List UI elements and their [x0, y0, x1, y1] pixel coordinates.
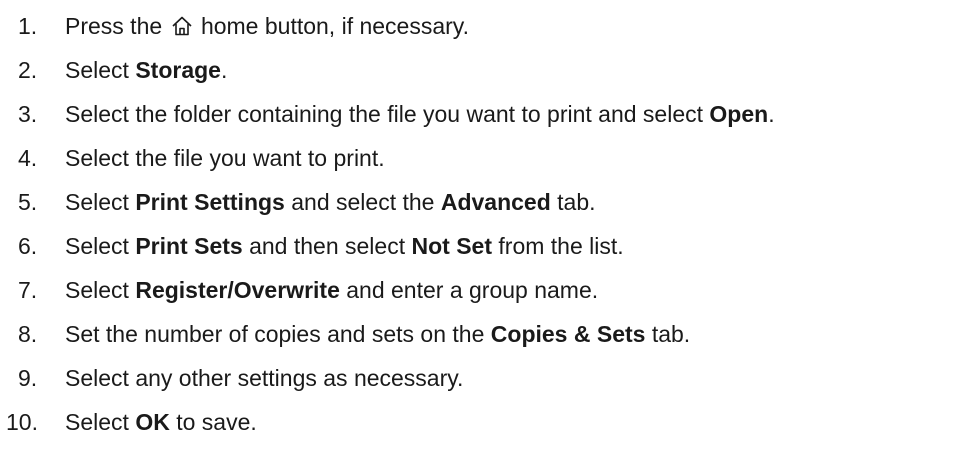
list-item: 7. Select Register/Overwrite and enter a… — [0, 270, 962, 310]
list-item: 1. Press the home button, if necessary. — [0, 6, 962, 46]
step-number: 9. — [18, 365, 38, 391]
list-item: 3. Select the folder containing the file… — [0, 94, 962, 134]
list-item: 6. Select Print Sets and then select Not… — [0, 226, 962, 266]
ui-term: Print Sets — [135, 233, 243, 259]
step-number: 5. — [18, 189, 38, 215]
step-text: Select OK to save. — [65, 409, 257, 435]
list-item: 10. Select OK to save. — [0, 402, 962, 442]
step-text: Select any other settings as necessary. — [65, 365, 464, 391]
list-item: 2. Select Storage. — [0, 50, 962, 90]
step-number: 10. — [6, 409, 38, 435]
step-number: 8. — [18, 321, 38, 347]
ui-term: Open — [709, 101, 769, 127]
step-number: 6. — [18, 233, 38, 259]
step-number: 3. — [18, 101, 38, 127]
step-number: 4. — [18, 145, 38, 171]
ui-term: Not Set — [411, 233, 493, 259]
step-text: Select Register/Overwrite and enter a gr… — [65, 277, 599, 303]
step-text: Select Print Settings and select the Adv… — [65, 189, 596, 215]
step-text: Set the number of copies and sets on the… — [65, 321, 691, 347]
step-text: Press the home button, if necessary. — [65, 13, 469, 39]
ui-term: Advanced — [440, 189, 551, 215]
step-text: Select the folder containing the file yo… — [65, 101, 775, 127]
step-number: 1. — [18, 13, 38, 39]
list-item: 4. Select the file you want to print. — [0, 138, 962, 178]
list-item: 9. Select any other settings as necessar… — [0, 358, 962, 398]
step-number: 2. — [18, 57, 38, 83]
ui-term: Register/Overwrite — [135, 277, 340, 303]
step-text: Select Storage. — [65, 57, 228, 83]
ui-term: Copies & Sets — [490, 321, 646, 347]
ui-term: Storage — [135, 57, 221, 83]
step-text: Select the file you want to print. — [65, 145, 385, 171]
step-number: 7. — [18, 277, 38, 303]
ui-term: Print Settings — [135, 189, 285, 215]
list-item: 8. Set the number of copies and sets on … — [0, 314, 962, 354]
home-icon — [171, 15, 193, 37]
ui-term: OK — [135, 409, 170, 435]
step-text: Select Print Sets and then select Not Se… — [65, 233, 624, 259]
instruction-list: 1. Press the home button, if necessary. … — [0, 0, 962, 457]
list-item: 5. Select Print Settings and select the … — [0, 182, 962, 222]
